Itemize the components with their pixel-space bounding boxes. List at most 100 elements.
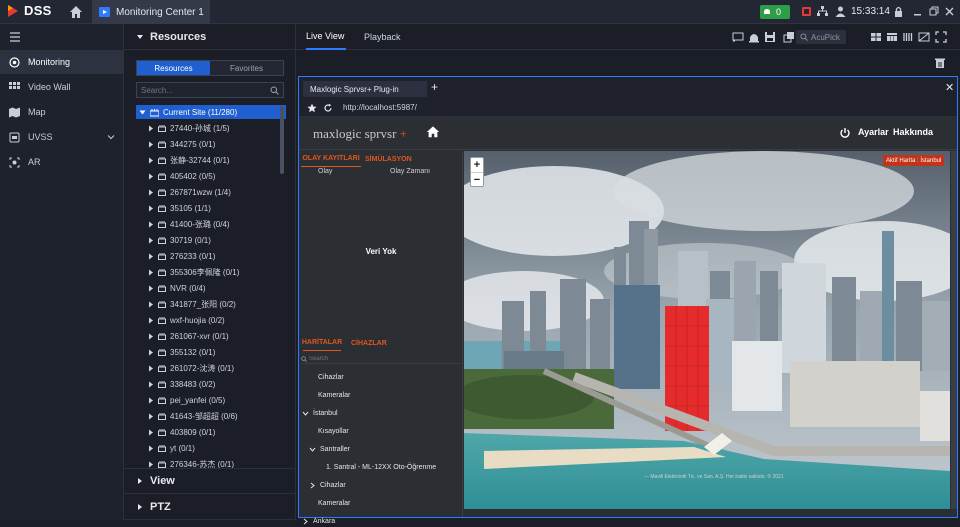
zoom-in-button[interactable]: +: [471, 158, 483, 172]
alarm-light-icon[interactable]: [748, 31, 760, 43]
sidebar-search-input[interactable]: [309, 355, 449, 362]
tree-item[interactable]: 403809 (0/1): [136, 424, 286, 440]
acupick-search[interactable]: AcuPick: [796, 30, 846, 44]
tree-item-label: pei_yanfei (0/5): [170, 395, 226, 405]
settings-link[interactable]: Ayarlar: [858, 127, 889, 137]
tree-scrollbar[interactable]: [280, 106, 284, 174]
tab-playback[interactable]: Playback: [364, 24, 404, 50]
map-tree-item[interactable]: Santraller: [309, 443, 350, 455]
tree-item[interactable]: 355132 (0/1): [136, 344, 286, 360]
tree-item[interactable]: pei_yanfei (0/5): [136, 392, 286, 408]
tree-item[interactable]: 276233 (0/1): [136, 248, 286, 264]
nav-item-uvss[interactable]: UVSS: [0, 125, 124, 149]
map-tree-item[interactable]: Kısayollar: [318, 425, 349, 437]
dss-logo-icon: [8, 4, 18, 17]
power-button[interactable]: [839, 127, 851, 139]
nav-item-map[interactable]: Map: [0, 100, 124, 124]
map-tree-item[interactable]: Cihazlar: [309, 479, 346, 491]
menu-icon[interactable]: [9, 31, 21, 43]
tree-item[interactable]: 267871wzw (1/4): [136, 184, 286, 200]
chevron-right-icon: [149, 317, 153, 323]
notification-icon[interactable]: [800, 5, 813, 18]
resource-panel: Resources Resources Favorites Current Si…: [124, 24, 296, 520]
tab-resources[interactable]: Resources: [137, 61, 210, 75]
about-link[interactable]: Hakkında: [893, 127, 933, 137]
map-tree-item[interactable]: Kameralar: [318, 497, 350, 509]
tree-item-label: 30719 (0/1): [170, 235, 211, 245]
nav-item-monitoring[interactable]: Monitoring: [0, 50, 124, 74]
map-tree-item[interactable]: İstanbul: [302, 407, 338, 419]
close-icon[interactable]: ✕: [945, 81, 954, 94]
app-home-button[interactable]: [426, 125, 440, 139]
tree-item[interactable]: 276346-苏杰 (0/1): [136, 456, 286, 468]
resource-search-input[interactable]: [141, 85, 270, 95]
device-group-icon: [158, 365, 166, 372]
tree-root-label: Current Site (11/280): [163, 107, 238, 117]
tree-item[interactable]: yt (0/1): [136, 440, 286, 456]
layout-grid-icon[interactable]: [870, 31, 882, 43]
tree-item[interactable]: 41643-邹超超 (0/6): [136, 408, 286, 424]
resources-section-header[interactable]: Resources: [124, 24, 296, 50]
new-tab-icon[interactable]: +: [431, 80, 438, 94]
close-icon[interactable]: [943, 5, 956, 18]
home-button[interactable]: [68, 4, 84, 20]
zoom-out-button[interactable]: −: [471, 172, 483, 186]
network-icon[interactable]: [816, 5, 829, 18]
minimize-icon[interactable]: [911, 5, 924, 18]
user-icon[interactable]: [834, 5, 847, 18]
tree-item[interactable]: 27440-孙城 (1/5): [136, 120, 286, 136]
fullscreen-icon[interactable]: [935, 31, 947, 43]
layout-strip-icon[interactable]: [902, 31, 914, 43]
ptz-section-header[interactable]: PTZ: [124, 494, 296, 520]
tree-item[interactable]: 30719 (0/1): [136, 232, 286, 248]
tree-item[interactable]: 338483 (0/2): [136, 376, 286, 392]
cast-icon[interactable]: [732, 31, 744, 43]
tree-item[interactable]: 261072-沈涛 (0/1): [136, 360, 286, 376]
tree-root-current-site[interactable]: Current Site (11/280): [136, 105, 286, 119]
map-scrollbar[interactable]: [951, 151, 957, 509]
tab-devices[interactable]: CİHAZLAR: [351, 335, 387, 351]
map-tree-item-label: İstanbul: [313, 409, 338, 417]
tab-simulation[interactable]: SİMÜLASYON: [365, 151, 412, 167]
column-header-event[interactable]: Olay: [318, 168, 332, 175]
nav-item-video-wall[interactable]: Video Wall: [0, 75, 124, 99]
layout-options-icon[interactable]: [886, 31, 898, 43]
view-section-header[interactable]: View: [124, 468, 296, 494]
tab-live-view[interactable]: Live View: [306, 24, 346, 50]
nav-item-ar[interactable]: AR: [0, 150, 124, 174]
tree-item[interactable]: 35105 (1/1): [136, 200, 286, 216]
restore-icon[interactable]: [927, 5, 940, 18]
map-tree-item[interactable]: 1. Santral - ML-12XX Oto-Öğrenme: [326, 461, 436, 473]
app-sidebar: OLAY KAYITLARI SİMÜLASYON Olay Olay Zama…: [299, 151, 463, 525]
address-url[interactable]: http://localhost:5987/: [343, 103, 417, 112]
tree-item[interactable]: wxf-huojia (0/2): [136, 312, 286, 328]
monitoring-center-tab[interactable]: Monitoring Center 1: [92, 0, 210, 24]
lock-icon[interactable]: [892, 5, 905, 18]
map-tree-item[interactable]: Kameralar: [318, 389, 350, 401]
tree-item[interactable]: 41400-张璐 (0/4): [136, 216, 286, 232]
tree-item[interactable]: NVR (0/4): [136, 280, 286, 296]
column-header-event-time[interactable]: Olay Zamanı: [390, 168, 430, 175]
star-icon[interactable]: [307, 103, 317, 113]
tree-item[interactable]: 261067-xvr (0/1): [136, 328, 286, 344]
reload-icon[interactable]: [323, 103, 333, 113]
tree-item[interactable]: 张静-32744 (0/1): [136, 152, 286, 168]
map-tree-item[interactable]: Ankara: [302, 515, 335, 527]
chevron-right-icon: [310, 482, 315, 488]
alarm-badge[interactable]: 0: [760, 5, 790, 19]
image-adjust-icon[interactable]: [918, 31, 930, 43]
delete-icon[interactable]: [934, 57, 946, 69]
save-icon[interactable]: [764, 31, 776, 43]
city-map-view[interactable]: + − Aktif Harita : İstanbul: [464, 151, 950, 509]
search-icon[interactable]: [270, 86, 279, 95]
copy-window-icon[interactable]: [783, 31, 795, 43]
map-tree-item[interactable]: Cihazlar: [318, 371, 344, 383]
tree-item[interactable]: 344275 (0/1): [136, 136, 286, 152]
tree-item[interactable]: 405402 (0/5): [136, 168, 286, 184]
tab-maps[interactable]: HARİTALAR: [302, 335, 342, 351]
tab-event-logs[interactable]: OLAY KAYITLARI: [301, 151, 361, 167]
tree-item[interactable]: 355306李佩隆 (0/1): [136, 264, 286, 280]
plugin-browser-tab[interactable]: Maxlogic Sprvsr+ Plug-in: [303, 81, 427, 97]
tree-item[interactable]: 341877_张阳 (0/2): [136, 296, 286, 312]
tab-favorites[interactable]: Favorites: [210, 61, 283, 75]
